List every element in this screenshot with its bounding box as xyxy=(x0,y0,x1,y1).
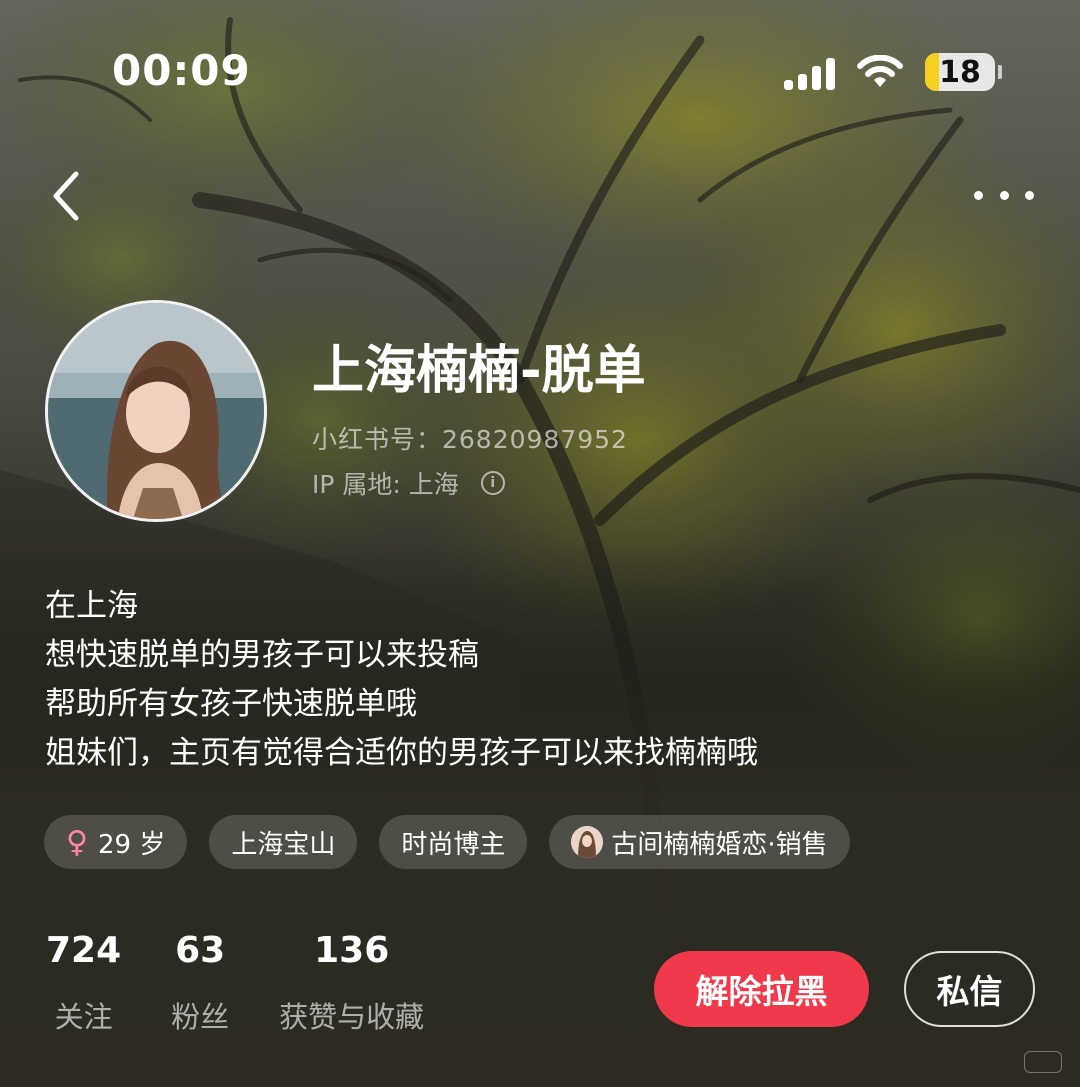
stat-likes-count: 136 xyxy=(314,930,390,971)
business-avatar-icon xyxy=(571,826,604,858)
tag-category-label: 时尚博主 xyxy=(401,829,506,860)
wifi-icon xyxy=(857,55,903,87)
bio-line: 在上海 xyxy=(45,588,138,624)
unblock-button[interactable]: 解除拉黑 xyxy=(654,951,869,1027)
bio-line: 姐妹们，主页有觉得合适你的男孩子可以来找楠楠哦 xyxy=(45,735,758,771)
battery-level: 18 xyxy=(939,54,981,90)
back-chevron-icon xyxy=(53,171,79,221)
stat-followers-count: 63 xyxy=(175,930,226,971)
profile-name: 上海楠楠-脱单 xyxy=(312,341,646,401)
profile-tags: ♀ 29 岁 上海宝山 时尚博主 古间楠楠婚恋·销售 xyxy=(44,815,850,869)
ip-location: IP 属地: 上海 i xyxy=(312,465,505,501)
info-icon[interactable]: i xyxy=(480,471,505,495)
more-button[interactable] xyxy=(974,180,1034,210)
status-time: 00:09 xyxy=(112,46,251,95)
bio-line: 帮助所有女孩子快速脱单哦 xyxy=(45,686,417,722)
battery-nub xyxy=(998,65,1002,79)
stat-followers[interactable]: 63 粉丝 xyxy=(171,930,229,1036)
status-icons: 18 xyxy=(784,50,1002,94)
tag-age: ♀ 29 岁 xyxy=(44,815,188,869)
more-dots-icon xyxy=(974,190,983,200)
back-button[interactable] xyxy=(48,168,88,224)
battery-icon: 18 xyxy=(925,53,995,91)
bio-line: 想快速脱单的男孩子可以来投稿 xyxy=(45,637,479,673)
female-icon: ♀ xyxy=(66,824,88,860)
stat-following[interactable]: 724 关注 xyxy=(46,930,121,1036)
message-button[interactable]: 私信 xyxy=(904,951,1035,1027)
tag-category: 时尚博主 xyxy=(379,815,528,869)
more-dots-icon xyxy=(999,190,1009,200)
background-tree-photo xyxy=(0,0,1080,1087)
stat-following-count: 724 xyxy=(46,930,122,971)
tag-age-label: 29 岁 xyxy=(97,829,166,860)
signal-icon xyxy=(784,54,835,90)
profile-stats: 724 关注 63 粉丝 136 获赞与收藏 xyxy=(46,930,474,1036)
red-id[interactable]: 小红书号：26820987952 xyxy=(312,420,628,456)
bio: 在上海 想快速脱单的男孩子可以来投稿 帮助所有女孩子快速脱单哦 姐妹们，主页有觉… xyxy=(45,582,758,778)
stat-likes[interactable]: 136 获赞与收藏 xyxy=(279,930,424,1036)
avatar[interactable] xyxy=(45,300,267,522)
tag-business[interactable]: 古间楠楠婚恋·销售 xyxy=(549,815,850,869)
stat-following-label: 关注 xyxy=(54,1000,113,1034)
ip-location-text: IP 属地: 上海 xyxy=(312,470,459,499)
tag-location: 上海宝山 xyxy=(209,815,358,869)
tag-location-label: 上海宝山 xyxy=(231,829,336,860)
tag-business-label: 古间楠楠婚恋·销售 xyxy=(611,829,828,860)
stat-likes-label: 获赞与收藏 xyxy=(279,1000,425,1034)
watermark-logo xyxy=(1024,1051,1062,1073)
more-dots-icon xyxy=(1025,190,1034,200)
stat-followers-label: 粉丝 xyxy=(171,1000,230,1034)
